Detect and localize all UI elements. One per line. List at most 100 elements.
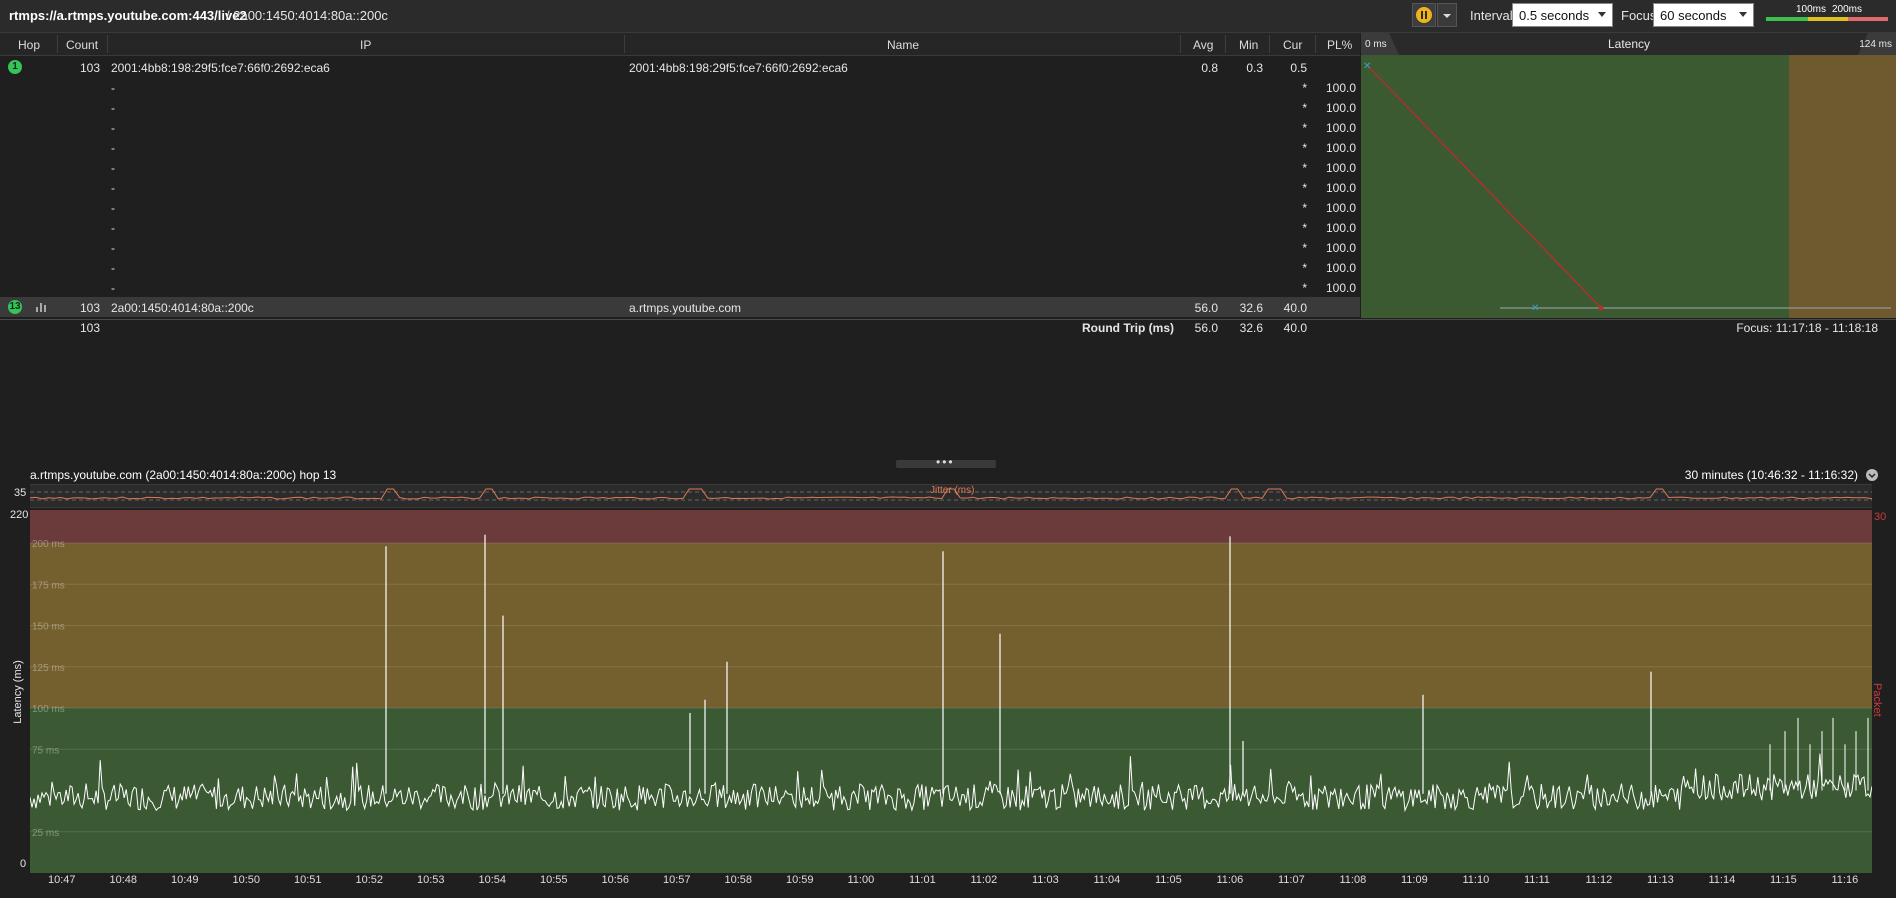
latency-scale-legend: 100ms 200ms xyxy=(1764,4,1889,26)
summary-row: 103 Round Trip (ms) 56.0 32.6 40.0 xyxy=(0,317,1360,337)
cur-cell: 40.0 xyxy=(1283,301,1307,315)
splitter-dots-icon: ••• xyxy=(936,455,955,469)
cur-cell: * xyxy=(1302,141,1307,155)
cur-cell: * xyxy=(1302,121,1307,135)
avg-cell: 0.8 xyxy=(1201,61,1218,75)
range-chevron-icon[interactable] xyxy=(1866,469,1878,481)
pause-button[interactable] xyxy=(1412,3,1436,27)
x-tick-label: 11:10 xyxy=(1462,874,1490,886)
ip-cell: - xyxy=(111,261,115,275)
col-min[interactable]: Min xyxy=(1239,38,1258,52)
ip-cell: 2a00:1450:4014:80a::200c xyxy=(111,301,254,315)
jitter-chart: Jitter (ms) xyxy=(29,484,1873,508)
latency-min-marker: ✕ xyxy=(1531,303,1539,314)
target-host: rtmps://a.rtmps.youtube.com:443/live2 xyxy=(9,8,247,23)
x-tick-label: 11:12 xyxy=(1585,874,1613,886)
latency-history-chart: 200 ms 175 ms 150 ms 125 ms 100 ms 75 ms 25 ms xyxy=(29,510,1873,873)
x-tick-label: 10:58 xyxy=(724,874,753,886)
hop-badge: 1 xyxy=(8,60,22,74)
table-row[interactable]: - * 100.0 xyxy=(0,177,1360,197)
name-cell: a.rtmps.youtube.com xyxy=(629,301,742,315)
cur-cell: 0.5 xyxy=(1290,61,1307,75)
x-tick-label: 11:16 xyxy=(1831,874,1859,886)
latency-min-label: 0 ms xyxy=(1365,39,1387,50)
pause-dropdown-button[interactable] xyxy=(1437,3,1457,27)
chevron-down-icon xyxy=(1739,12,1747,17)
table-row[interactable]: - * 100.0 xyxy=(0,77,1360,97)
summary-label: Round Trip (ms) xyxy=(1082,321,1174,335)
table-row[interactable]: - * 100.0 xyxy=(0,237,1360,257)
chevron-down-icon xyxy=(1443,14,1451,18)
x-tick-label: 10:57 xyxy=(663,874,691,886)
x-tick-label: 10:56 xyxy=(601,874,630,886)
min-cell: 0.3 xyxy=(1246,61,1263,75)
x-tick-label: 11:14 xyxy=(1708,874,1736,886)
summary-avg: 56.0 xyxy=(1194,321,1218,335)
x-tick-label: 11:04 xyxy=(1093,874,1121,886)
count-cell: 103 xyxy=(79,61,100,75)
latency-history-svg: 200 ms 175 ms 150 ms 125 ms 100 ms 75 ms 25 ms xyxy=(29,510,1873,873)
col-pl[interactable]: PL% xyxy=(1327,38,1352,52)
pl-cell: 100.0 xyxy=(1325,141,1356,155)
x-tick-label: 11:05 xyxy=(1155,874,1182,886)
col-ip[interactable]: IP xyxy=(360,38,371,52)
target-ip-value: 2a00:1450:4014:80a::200c xyxy=(233,8,388,23)
x-tick-label: 11:02 xyxy=(970,874,998,886)
x-tick-label: 10:54 xyxy=(478,874,507,886)
summary-cur: 40.0 xyxy=(1283,321,1307,335)
x-tick-label: 10:55 xyxy=(540,874,568,886)
interval-select[interactable]: 0.5 seconds xyxy=(1512,3,1613,27)
x-tick-label: 11:09 xyxy=(1401,874,1428,886)
x-tick-label: 11:08 xyxy=(1339,874,1367,886)
table-row[interactable]: - * 100.0 xyxy=(0,197,1360,217)
col-cur[interactable]: Cur xyxy=(1283,38,1302,52)
gridline-label: 25 ms xyxy=(32,828,59,839)
name-cell: 2001:4bb8:198:29f5:fce7:66f0:2692:eca6 xyxy=(629,61,848,75)
ip-cell: - xyxy=(111,141,115,155)
cur-cell: * xyxy=(1302,221,1307,235)
col-name[interactable]: Name xyxy=(887,38,919,52)
table-row[interactable]: - * 100.0 xyxy=(0,137,1360,157)
table-row[interactable]: - * 100.0 xyxy=(0,157,1360,177)
cur-cell: * xyxy=(1302,161,1307,175)
table-row[interactable]: 13 103 2a00:1450:4014:80a::200c a.rtmps.you… xyxy=(0,297,1360,317)
ip-cell: - xyxy=(111,221,115,235)
col-hop[interactable]: Hop xyxy=(18,38,40,52)
legend-green xyxy=(1766,17,1808,21)
col-avg[interactable]: Avg xyxy=(1193,38,1213,52)
graph-time-range[interactable]: 30 minutes (10:46:32 - 11:16:32) xyxy=(1685,468,1858,482)
x-tick-label: 11:07 xyxy=(1278,874,1305,886)
avg-cell: 56.0 xyxy=(1194,301,1218,315)
focus-select[interactable]: 60 seconds xyxy=(1653,3,1754,27)
col-count[interactable]: Count xyxy=(66,38,98,52)
pl-cell: 100.0 xyxy=(1325,161,1356,175)
table-row[interactable]: - * 100.0 xyxy=(0,117,1360,137)
latency-mini-svg: ✕ ✕ xyxy=(1361,55,1896,318)
ip-cell: - xyxy=(111,201,115,215)
ip-cell: - xyxy=(111,281,115,295)
y-right-max-label: 30 xyxy=(1874,511,1887,523)
ip-cell: - xyxy=(111,181,115,195)
summary-min: 32.6 xyxy=(1239,321,1263,335)
ip-cell: 2001:4bb8:198:29f5:fce7:66f0:2692:eca6 xyxy=(111,61,330,75)
table-row[interactable]: - * 100.0 xyxy=(0,277,1360,297)
pl-cell: 100.0 xyxy=(1325,261,1356,275)
cur-cell: * xyxy=(1302,101,1307,115)
panel-splitter[interactable]: ••• xyxy=(896,455,996,469)
table-row[interactable]: - * 100.0 xyxy=(0,217,1360,237)
table-row[interactable]: - * 100.0 xyxy=(0,97,1360,117)
pl-cell: 100.0 xyxy=(1325,81,1356,95)
hop-badge: 13 xyxy=(8,300,22,314)
summary-count: 103 xyxy=(79,321,100,335)
gridline-label: 100 ms xyxy=(32,704,65,715)
ip-cell: - xyxy=(111,121,115,135)
x-tick-label: 11:01 xyxy=(909,874,936,886)
latency-hop1-marker: ✕ xyxy=(1363,61,1371,72)
table-row[interactable]: - * 100.0 xyxy=(0,257,1360,277)
table-row[interactable]: 1 103 2001:4bb8:198:29f5:fce7:66f0:2692:ec… xyxy=(0,57,1360,77)
bar-chart-icon[interactable] xyxy=(36,302,48,312)
latency-title: Latency xyxy=(1608,37,1651,51)
focus-value: 60 seconds xyxy=(1660,8,1727,23)
cur-cell: * xyxy=(1302,281,1307,295)
latency-mini-chart: ✕ ✕ xyxy=(1361,33,1896,318)
